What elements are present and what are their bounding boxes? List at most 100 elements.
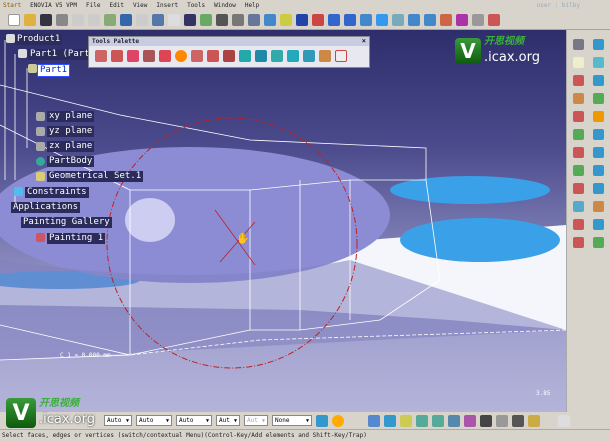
normal-view-icon[interactable] <box>360 13 372 26</box>
paint-tool-icon[interactable] <box>191 50 203 62</box>
paint-tool-icon[interactable] <box>127 50 139 62</box>
analysis-icon[interactable] <box>464 414 476 427</box>
menu-enovia[interactable]: ENOVIA V5 VPM <box>30 2 77 9</box>
tools-palette-title-bar[interactable]: Tools Palette × <box>89 37 369 46</box>
measure-icon[interactable] <box>528 414 540 427</box>
tool-icon[interactable] <box>572 236 584 248</box>
pan-icon[interactable] <box>296 13 308 26</box>
texture-tool-icon[interactable] <box>239 50 251 62</box>
catalog-icon[interactable] <box>248 13 260 26</box>
undo-icon[interactable] <box>120 13 132 26</box>
measure-icon[interactable] <box>496 414 508 427</box>
paint-tool-icon[interactable] <box>143 50 155 62</box>
paint-tool-icon[interactable] <box>111 50 123 62</box>
paint-icon[interactable] <box>456 13 468 26</box>
tool-icon[interactable] <box>593 128 605 140</box>
surface-icon[interactable] <box>384 414 396 427</box>
tree-node-part[interactable]: Part1 <box>36 64 71 77</box>
rotate-icon[interactable] <box>312 13 324 26</box>
analysis-icon[interactable] <box>432 414 444 427</box>
tools-palette[interactable]: Tools Palette × <box>88 36 370 68</box>
curve-icon[interactable] <box>368 414 380 427</box>
painter-icon[interactable] <box>332 414 344 427</box>
paint-tool-icon[interactable] <box>223 50 235 62</box>
paint-tool-icon[interactable] <box>159 50 171 62</box>
copy-icon[interactable] <box>88 13 100 26</box>
tool-icon[interactable] <box>593 218 605 230</box>
tree-node-applications[interactable]: Applications <box>11 202 81 213</box>
tool-icon[interactable] <box>593 146 605 158</box>
swap-icon[interactable] <box>424 13 436 26</box>
fit-all-icon[interactable] <box>280 13 292 26</box>
tool-icon[interactable] <box>593 74 605 86</box>
hierarchy-icon[interactable] <box>232 13 244 26</box>
tree-node-partbody[interactable]: PartBody <box>47 156 95 167</box>
tool-icon[interactable] <box>593 236 605 248</box>
menu-file[interactable]: File <box>86 2 100 9</box>
hide-show-icon[interactable] <box>408 13 420 26</box>
line-weight-select[interactable]: Auto ▼ <box>176 415 212 426</box>
measure-icon[interactable] <box>488 13 500 26</box>
tree-node-zx-plane[interactable]: zx plane <box>47 141 95 152</box>
tree-node-painting-gallery[interactable]: Painting Gallery <box>21 217 112 228</box>
tool-icon[interactable] <box>593 164 605 176</box>
menu-help[interactable]: Help <box>245 2 259 9</box>
box-tool-icon[interactable] <box>335 50 347 62</box>
layer-select[interactable]: None ▼ <box>272 415 312 426</box>
tree-node-geometrical-set[interactable]: Geometrical Set.1 <box>47 171 144 182</box>
analysis-icon[interactable] <box>448 414 460 427</box>
tool-icon[interactable] <box>572 218 584 230</box>
tool-icon[interactable] <box>572 92 584 104</box>
pencil-tool-icon[interactable] <box>319 50 331 62</box>
menu-start[interactable]: Start <box>3 2 21 9</box>
tree-node-constraints[interactable]: Constraints <box>25 187 89 198</box>
redo-icon[interactable] <box>136 13 148 26</box>
menu-insert[interactable]: Insert <box>156 2 178 9</box>
tree-node-painting[interactable]: Painting 1 <box>47 233 106 244</box>
tool-icon[interactable] <box>593 200 605 212</box>
material-icon[interactable] <box>440 13 452 26</box>
tool-icon[interactable] <box>572 200 584 212</box>
sphere-tool-icon[interactable] <box>175 50 187 62</box>
format-painter-icon[interactable] <box>316 414 328 427</box>
menu-window[interactable]: Window <box>214 2 236 9</box>
render-style-icon[interactable] <box>392 13 404 26</box>
menu-tools[interactable]: Tools <box>187 2 205 9</box>
sketch-icon[interactable] <box>572 38 584 50</box>
texture-tool-icon[interactable] <box>255 50 267 62</box>
print-icon[interactable] <box>56 13 68 26</box>
tool-icon[interactable] <box>572 182 584 194</box>
color-select[interactable]: Auto ▼ <box>104 415 132 426</box>
formula-icon[interactable] <box>168 13 180 26</box>
tree-node-yz-plane[interactable]: yz plane <box>47 126 95 137</box>
tool-icon[interactable] <box>572 74 584 86</box>
iso-view-icon[interactable] <box>376 13 388 26</box>
analysis-icon[interactable] <box>416 414 428 427</box>
tool-icon[interactable] <box>593 182 605 194</box>
select-icon[interactable] <box>572 56 584 68</box>
texture-tool-icon[interactable] <box>303 50 315 62</box>
line-type-select[interactable]: Aut ▼ <box>216 415 240 426</box>
point-type-select[interactable]: Aut ▼ <box>244 415 268 426</box>
whats-this-icon[interactable] <box>152 13 164 26</box>
cut-icon[interactable] <box>72 13 84 26</box>
close-icon[interactable]: × <box>362 37 366 46</box>
zoom-out-icon[interactable] <box>344 13 356 26</box>
texture-tool-icon[interactable] <box>287 50 299 62</box>
new-icon[interactable] <box>8 13 20 26</box>
tool-icon[interactable] <box>572 110 584 122</box>
menu-view[interactable]: View <box>133 2 147 9</box>
tool-icon[interactable] <box>572 128 584 140</box>
measure-icon[interactable] <box>512 414 524 427</box>
tool-icon[interactable] <box>572 164 584 176</box>
texture-tool-icon[interactable] <box>271 50 283 62</box>
open-icon[interactable] <box>24 13 36 26</box>
analysis-icon[interactable] <box>480 414 492 427</box>
menu-edit[interactable]: Edit <box>109 2 123 9</box>
transparency-select[interactable]: Auto ▼ <box>136 415 172 426</box>
table-icon[interactable] <box>184 13 196 26</box>
tree-node-product[interactable]: Product1 <box>15 34 63 45</box>
surface-icon[interactable] <box>593 38 605 50</box>
tool-icon[interactable] <box>593 110 605 122</box>
paint-tool-icon[interactable] <box>207 50 219 62</box>
